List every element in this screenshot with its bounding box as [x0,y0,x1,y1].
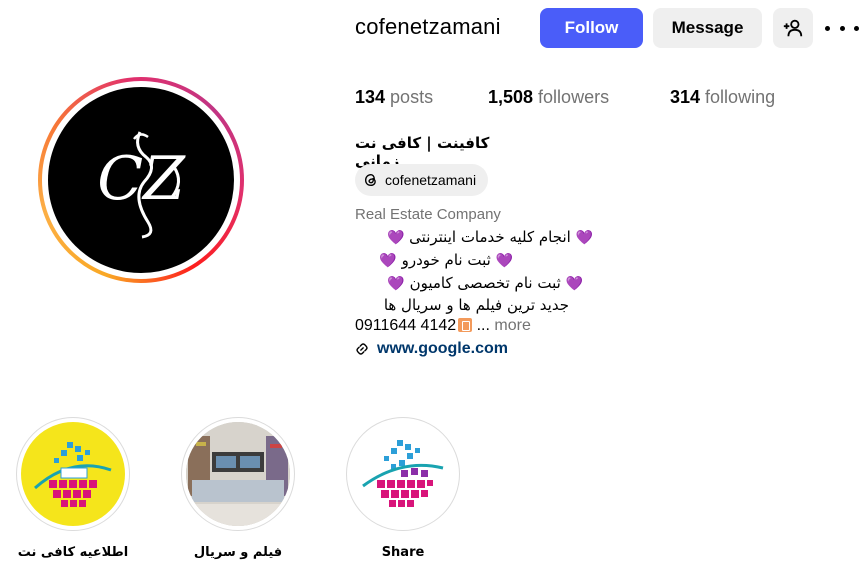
followers-stat[interactable]: 1,508 followers [488,87,609,108]
highlight-label: فیلم و سریال [193,545,283,560]
following-count: 314 [670,87,701,107]
more-dot-icon [839,25,845,31]
highlight-label: Share [381,545,425,560]
following-label: following [705,87,776,107]
bio-line: 💜 انجام کلیه خدمات اینترنتی 💜 [355,228,593,246]
cz-logo-icon: CZ [97,131,186,239]
shop-photo-icon [186,422,290,526]
bio-more-link[interactable]: more [494,317,530,334]
globe-logo-yellow-icon [21,422,125,526]
highlight-item[interactable]: فیلم و سریال [181,417,295,560]
highlight-ring [16,417,130,531]
profile-link-text: www.google.com [377,340,508,357]
purple-heart-icon: 💜 [379,253,397,269]
highlight-ring [181,417,295,531]
threads-icon [364,173,376,187]
highlight-item[interactable]: Share [346,417,460,560]
avatar-story-ring[interactable]: CZ [38,77,244,283]
person-plus-icon [783,19,803,37]
bio-phone-line: 0911644 4142 ... more [355,317,531,335]
mobile-phone-icon [458,318,473,332]
profile-category: Real Estate Company [355,206,501,223]
posts-stat: 134 posts [355,87,433,108]
bio-phone: 0911644 4142 [355,317,457,334]
posts-label: posts [390,87,434,107]
following-stat[interactable]: 314 following [670,87,775,108]
link-icon [356,343,368,355]
purple-heart-icon: 💜 [495,253,513,269]
highlight-ring [346,417,460,531]
bio-line-text: ثبت نام خودرو [401,251,491,269]
threads-handle: cofenetzamani [385,172,477,188]
posts-count: 134 [355,87,386,107]
bio-line-text: ثبت نام تخصصی کامیون [409,274,561,292]
follow-button[interactable]: Follow [540,8,643,48]
highlight-item[interactable]: اطلاعیه کافی نت [16,417,130,560]
threads-badge[interactable]: cofenetzamani [355,164,489,196]
more-dot-icon [825,25,830,31]
highlight-label: اطلاعیه کافی نت [17,545,129,560]
globe-logo-white-icon [351,422,455,526]
message-button[interactable]: Message [653,8,762,48]
avatar[interactable]: CZ [48,87,234,273]
followers-label: followers [538,87,610,107]
more-dot-icon [854,25,859,31]
bio-line: 💜 ثبت نام خودرو 💜 [355,251,513,269]
purple-heart-icon: 💜 [565,276,583,292]
bio-ellipsis: ... [476,317,490,334]
bio-line-text: جدید ترین فیلم ها و سریال ها [383,296,569,314]
profile-username: cofenetzamani [355,14,501,39]
bio-line-text: انجام کلیه خدمات اینترنتی [409,228,571,246]
purple-heart-icon: 💜 [386,230,405,246]
purple-heart-icon: 💜 [387,276,405,292]
more-options-button[interactable] [825,18,859,38]
followers-count: 1,508 [488,87,534,107]
profile-link[interactable]: www.google.com [355,340,508,358]
bio-line: 💜 ثبت نام تخصصی کامیون 💜 [355,274,583,292]
suggested-accounts-button[interactable] [773,8,813,48]
purple-heart-icon: 💜 [575,230,593,246]
bio-line: جدید ترین فیلم ها و سریال ها [355,296,569,314]
